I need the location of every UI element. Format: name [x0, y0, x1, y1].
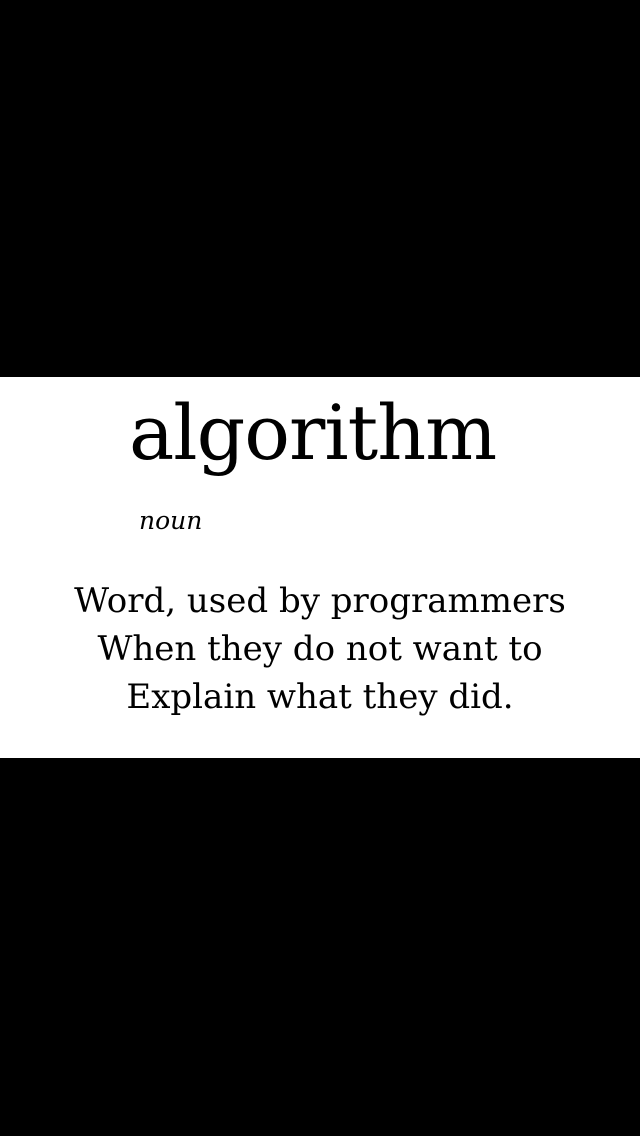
part-of-speech: noun — [139, 506, 203, 535]
definition-card: algorithm noun Word, used by programmers… — [0, 377, 640, 758]
definition-line: When they do not want to — [97, 629, 543, 669]
definition-line: Word, used by programmers — [74, 581, 566, 621]
screen: algorithm noun Word, used by programmers… — [0, 0, 640, 1136]
definition-text: Word, used by programmers When they do n… — [0, 577, 640, 721]
definition-line: Explain what they did. — [126, 677, 514, 717]
headword: algorithm — [129, 388, 497, 477]
